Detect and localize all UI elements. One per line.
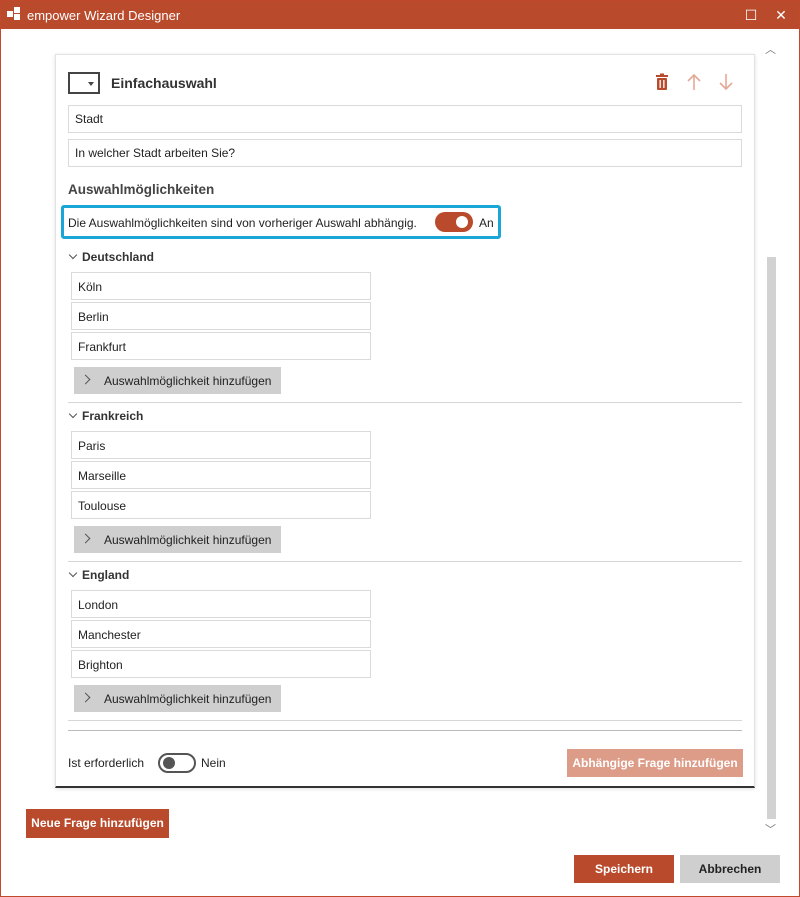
section-divider xyxy=(68,730,742,731)
option-field[interactable]: Brighton xyxy=(71,650,371,678)
option-field[interactable]: Toulouse xyxy=(71,491,371,519)
option-field[interactable]: Marseille xyxy=(71,461,371,489)
question-text-field[interactable]: In welcher Stadt arbeiten Sie? xyxy=(68,139,742,167)
title-bar: empower Wizard Designer ☐ ✕ xyxy=(1,1,799,29)
vertical-scrollbar-thumb[interactable] xyxy=(767,257,776,819)
chevron-right-icon xyxy=(80,374,91,385)
arrow-down-icon[interactable] xyxy=(715,71,737,93)
group-name: England xyxy=(82,568,130,582)
dependent-options-toggle[interactable] xyxy=(435,212,473,232)
question-card: Einfachauswahl Stadt In welcher Stadt ar… xyxy=(55,54,755,788)
option-field[interactable]: Paris xyxy=(71,431,371,459)
group-divider xyxy=(68,561,742,562)
group-divider xyxy=(68,402,742,403)
save-button[interactable]: Speichern xyxy=(574,855,674,883)
option-field[interactable]: Frankfurt xyxy=(71,332,371,360)
dependent-options-row: Die Auswahlmöglichkeiten sind von vorher… xyxy=(61,205,501,239)
group-header-england[interactable]: England xyxy=(68,568,130,582)
question-name-field[interactable]: Stadt xyxy=(68,105,742,133)
option-field[interactable]: Berlin xyxy=(71,302,371,330)
chevron-right-icon xyxy=(80,533,91,544)
question-type-label: Einfachauswahl xyxy=(111,75,217,91)
chevron-right-icon xyxy=(80,692,91,703)
option-field[interactable]: Köln xyxy=(71,272,371,300)
add-question-button[interactable]: Neue Frage hinzufügen xyxy=(26,809,169,838)
dependent-options-state: An xyxy=(479,216,494,230)
add-dependent-question-button[interactable]: Abhängige Frage hinzufügen xyxy=(567,749,743,777)
trash-icon[interactable] xyxy=(651,71,673,93)
group-name: Deutschland xyxy=(82,250,155,264)
add-option-label: Auswahlmöglichkeit hinzufügen xyxy=(104,374,272,388)
add-option-button[interactable]: Auswahlmöglichkeit hinzufügen xyxy=(74,685,281,712)
option-field[interactable]: London xyxy=(71,590,371,618)
designer-window: empower Wizard Designer ☐ ✕ ︿ ﹀ Einfacha… xyxy=(0,0,800,897)
toggle-knob xyxy=(456,216,468,228)
required-toggle[interactable] xyxy=(158,753,196,773)
window-title: empower Wizard Designer xyxy=(27,8,181,23)
chevron-down-icon xyxy=(68,409,78,419)
options-section-title: Auswahlmöglichkeiten xyxy=(68,182,215,197)
add-option-label: Auswahlmöglichkeit hinzufügen xyxy=(104,533,272,547)
add-option-button[interactable]: Auswahlmöglichkeit hinzufügen xyxy=(74,367,281,394)
add-option-button[interactable]: Auswahlmöglichkeit hinzufügen xyxy=(74,526,281,553)
app-logo-icon xyxy=(7,7,21,21)
scroll-down-icon[interactable]: ﹀ xyxy=(765,821,776,837)
close-icon[interactable]: ✕ xyxy=(771,5,791,25)
dependent-options-label: Die Auswahlmöglichkeiten sind von vorher… xyxy=(68,216,417,230)
group-header-deutschland[interactable]: Deutschland xyxy=(68,250,155,264)
add-option-label: Auswahlmöglichkeit hinzufügen xyxy=(104,692,272,706)
option-field[interactable]: Manchester xyxy=(71,620,371,648)
maximize-icon[interactable]: ☐ xyxy=(741,5,761,25)
chevron-down-icon xyxy=(68,250,78,260)
arrow-up-icon[interactable] xyxy=(683,71,705,93)
group-header-frankreich[interactable]: Frankreich xyxy=(68,409,144,423)
required-label: Ist erforderlich xyxy=(68,756,145,770)
cancel-button[interactable]: Abbrechen xyxy=(680,855,780,883)
required-state: Nein xyxy=(201,756,226,770)
dropdown-type-icon xyxy=(68,72,100,94)
toggle-knob xyxy=(163,757,175,769)
group-name: Frankreich xyxy=(82,409,144,423)
chevron-down-icon xyxy=(68,568,78,578)
scroll-up-icon[interactable]: ︿ xyxy=(765,41,776,57)
group-divider xyxy=(68,720,742,721)
